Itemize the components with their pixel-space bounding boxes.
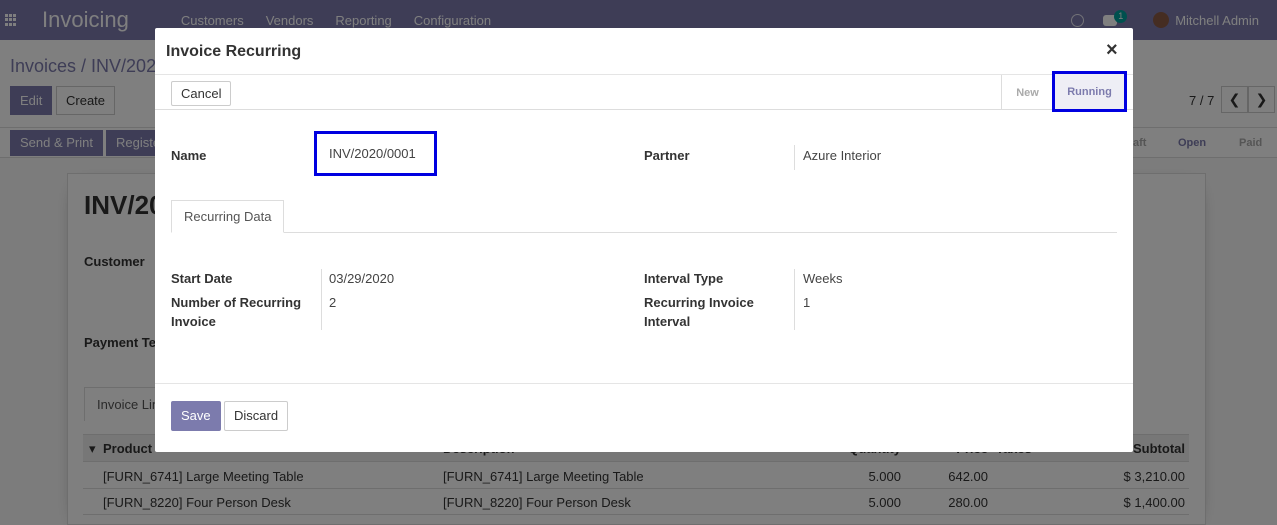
discard-button[interactable]: Discard — [224, 401, 289, 431]
num-recurring-label: Number of Recurring — [171, 295, 302, 310]
start-date-value: 03/29/2020 — [329, 271, 395, 286]
num-recurring-value: 2 — [329, 295, 337, 310]
interval-type-label: Interval Type — [644, 271, 724, 286]
cancel-button[interactable]: Cancel — [171, 81, 232, 106]
partner-label: Partner — [644, 148, 690, 163]
interval-type-value: Weeks — [803, 271, 843, 286]
modal-header: Invoice Recurring × — [155, 28, 1133, 75]
tab-divider — [171, 232, 1117, 233]
rec-interval-label: Recurring Invoice — [644, 295, 754, 310]
left-field-divider — [321, 269, 322, 330]
rec-interval-value: 1 — [803, 295, 811, 310]
modal-title: Invoice Recurring — [166, 43, 302, 60]
close-icon[interactable]: × — [1106, 39, 1118, 62]
name-label: Name — [171, 148, 207, 163]
name-value: INV/2020/0001 — [329, 146, 416, 161]
modal-toolbar: Cancel New Running — [155, 71, 1133, 112]
modal-footer: Save Discard — [155, 383, 1133, 452]
num-recurring-label-line2: Invoice — [171, 314, 216, 329]
invoice-recurring-dialog: Invoice Recurring × Cancel New Running N… — [155, 28, 1133, 452]
state-new[interactable]: New — [1001, 75, 1053, 110]
state-running[interactable]: Running — [1052, 71, 1127, 112]
rec-interval-label-line2: Interval — [644, 314, 691, 329]
right-field-divider — [794, 269, 795, 330]
start-date-label: Start Date — [171, 271, 233, 286]
partner-divider — [794, 145, 795, 170]
tab-recurring-data[interactable]: Recurring Data — [171, 200, 285, 233]
save-button[interactable]: Save — [171, 401, 221, 431]
partner-value: Azure Interior — [803, 148, 882, 163]
